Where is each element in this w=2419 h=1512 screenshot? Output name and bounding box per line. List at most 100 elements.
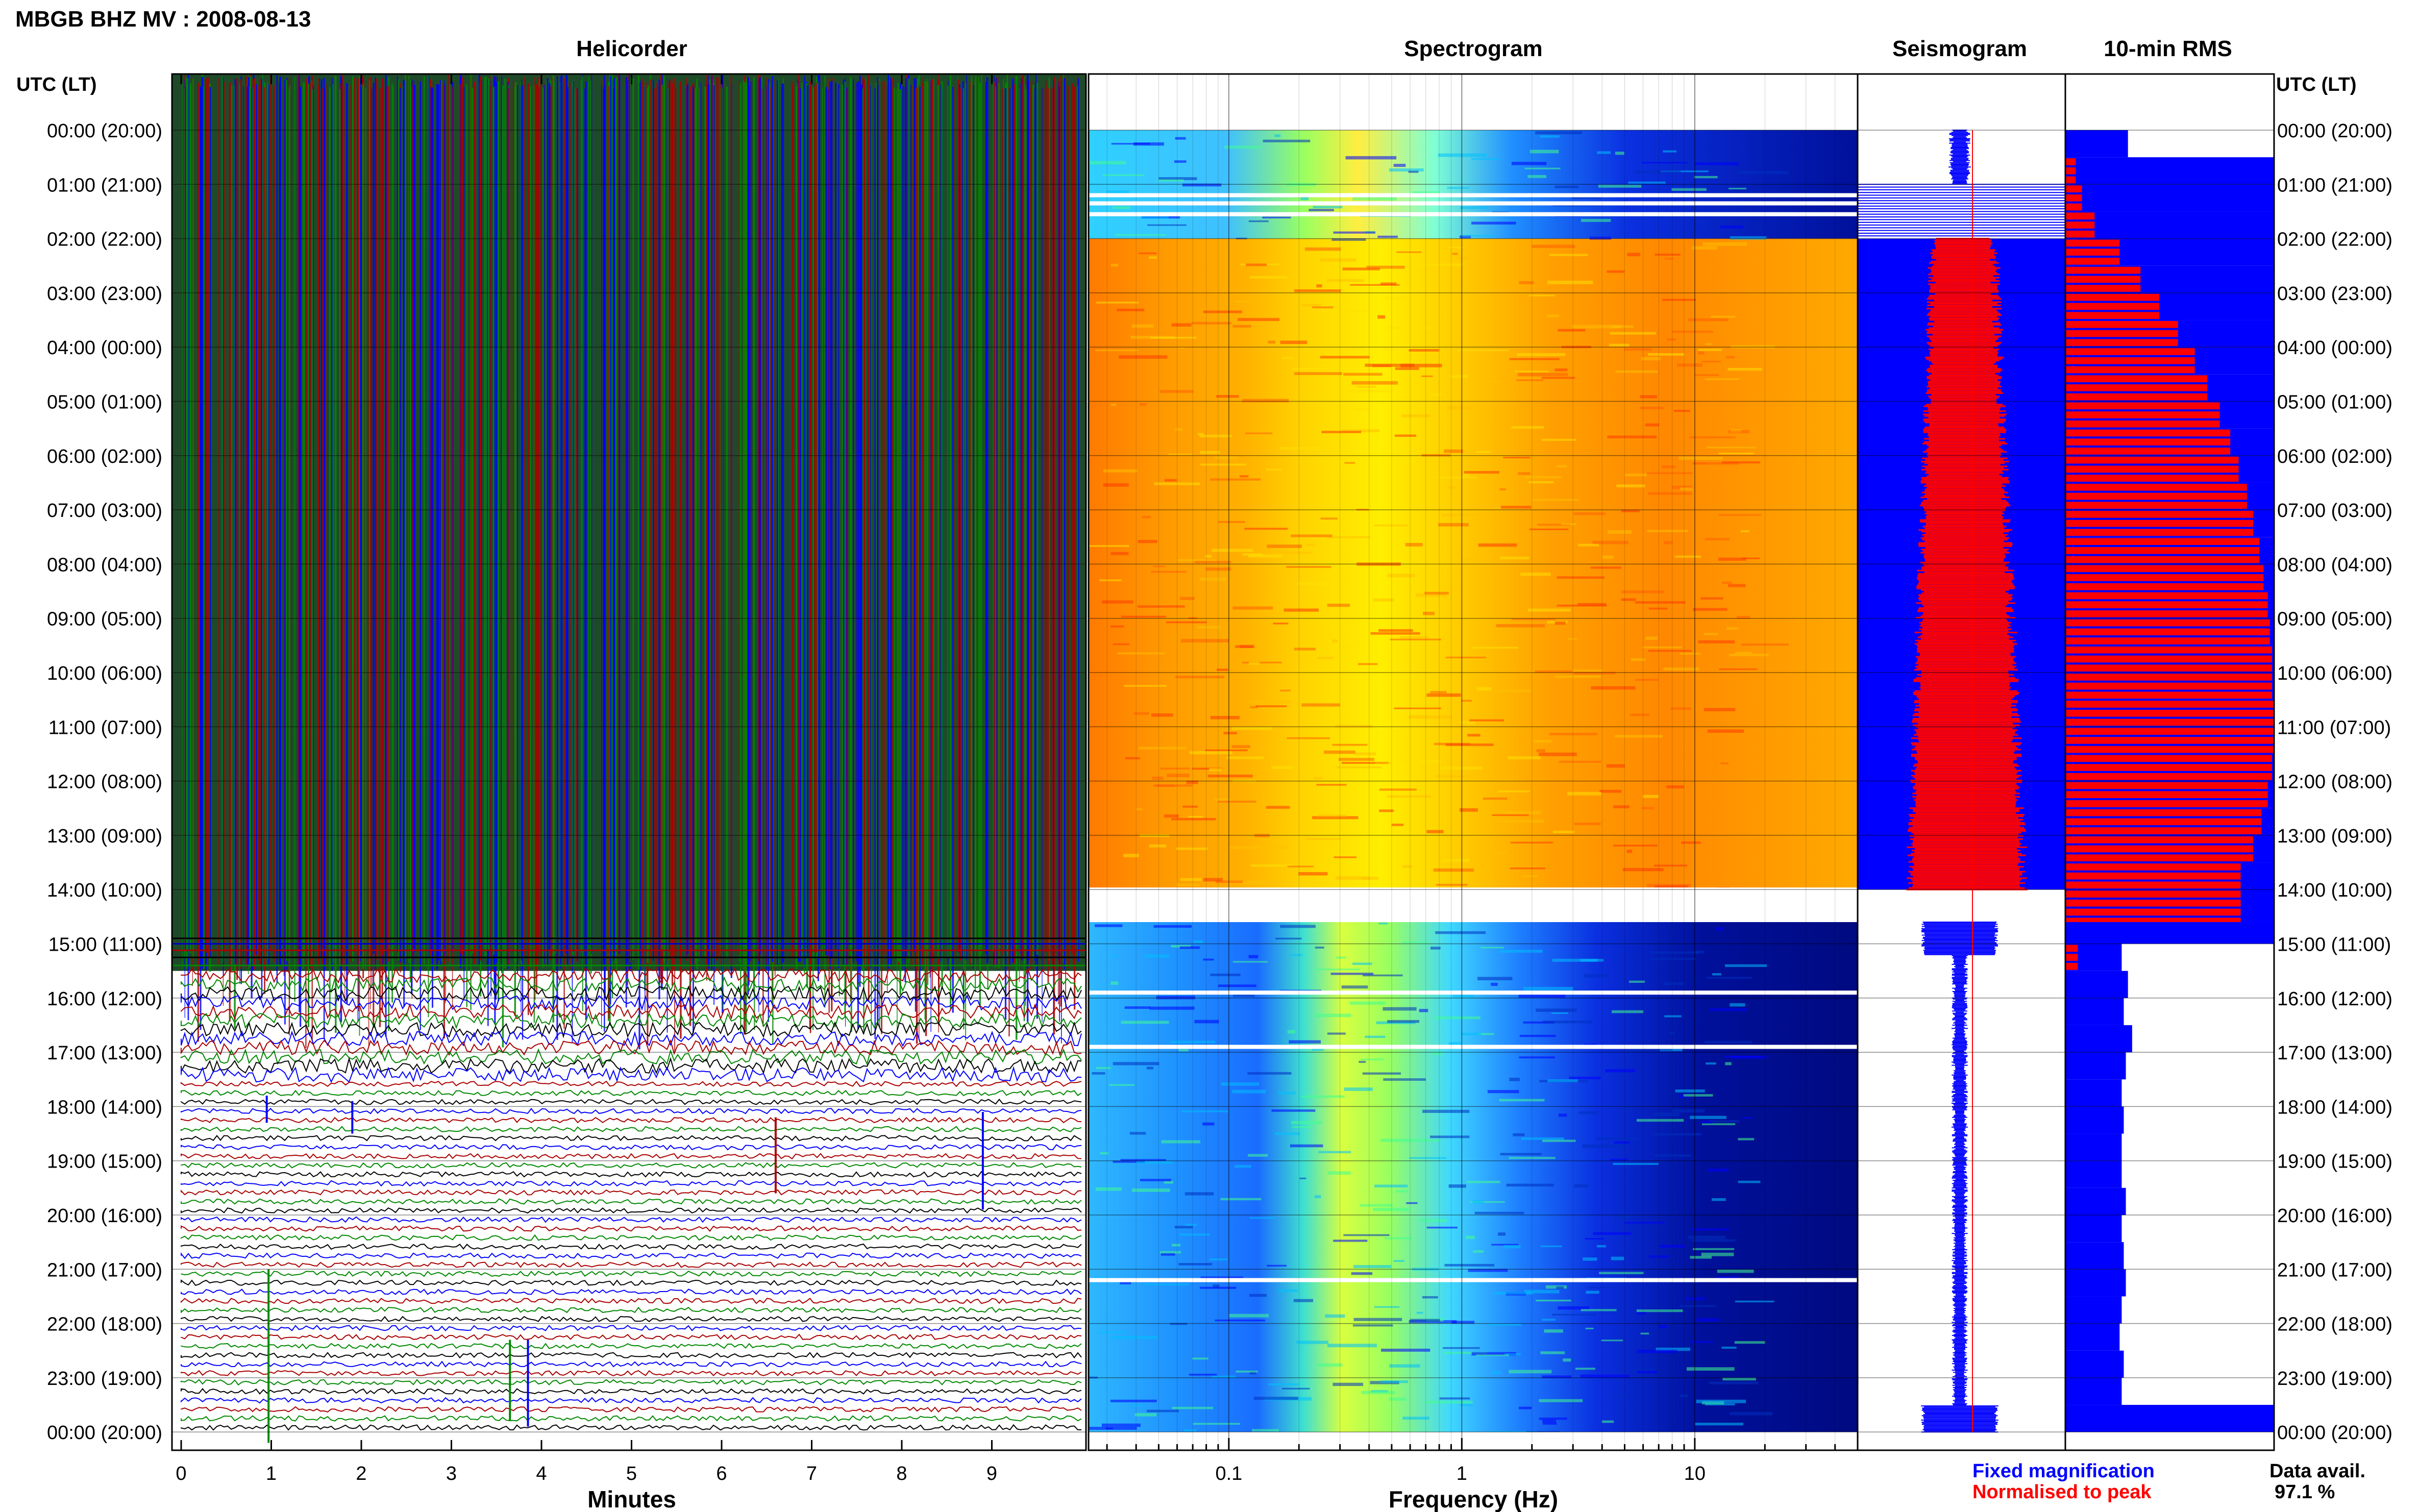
spectrogram-texture bbox=[1491, 982, 1498, 986]
spectrogram-texture bbox=[1232, 1089, 1266, 1094]
legend-fixed-magnification: Fixed magnification bbox=[1972, 1460, 2155, 1482]
spectrogram-gap-line bbox=[1089, 1045, 1858, 1049]
rms-normalised-bar bbox=[2065, 682, 2272, 690]
spectrogram-texture bbox=[1115, 234, 1166, 236]
spectrogram-texture bbox=[1605, 1069, 1636, 1073]
spectrogram-texture bbox=[1373, 598, 1394, 602]
spectrogram-texture bbox=[1641, 162, 1688, 164]
spectrogram-texture bbox=[1267, 1265, 1287, 1267]
spectrogram-texture bbox=[1332, 639, 1338, 643]
spectrogram-texture bbox=[1561, 523, 1576, 526]
rms-normalised-bar bbox=[2065, 212, 2095, 220]
spectrogram-texture bbox=[1286, 566, 1331, 568]
spectrogram-texture bbox=[1711, 1198, 1726, 1201]
spectrogram-texture bbox=[1280, 552, 1313, 554]
spectrogram-texture bbox=[1498, 1232, 1505, 1236]
spectrogram-texture bbox=[1724, 964, 1767, 968]
rms-normalised-bar bbox=[2065, 384, 2208, 391]
spectrogram-texture bbox=[1235, 1165, 1251, 1168]
rms-normalised-bar bbox=[2065, 357, 2195, 364]
time-tick-right: 18:00 (14:00) bbox=[2277, 1097, 2392, 1118]
spectrogram-texture bbox=[1205, 749, 1248, 752]
figure-title: MBGB BHZ MV : 2008-08-13 bbox=[15, 7, 311, 32]
rms-fixed-bar bbox=[2065, 1377, 2122, 1405]
spectrogram-texture bbox=[1439, 1397, 1470, 1400]
rms-normalised-bar bbox=[2065, 176, 2076, 184]
spectrogram-texture bbox=[1540, 1245, 1562, 1247]
spectrogram-texture bbox=[1547, 281, 1593, 284]
rms-normalised-bar bbox=[2065, 809, 2262, 816]
spectrogram-texture bbox=[1277, 1092, 1296, 1095]
spectrogram-texture bbox=[1175, 428, 1183, 431]
time-tick-left: 09:00 (05:00) bbox=[47, 609, 162, 630]
spectrogram-texture bbox=[1242, 399, 1289, 403]
spectrogram-texture bbox=[1717, 1276, 1740, 1278]
time-tick-right: 23:00 (19:00) bbox=[2277, 1368, 2392, 1390]
spectrogram-texture bbox=[1448, 486, 1455, 489]
spectrogram-texture bbox=[1144, 1283, 1190, 1286]
spectrogram-texture bbox=[1628, 181, 1666, 184]
spectrogram-texture bbox=[1731, 345, 1775, 349]
spectrogram-texture bbox=[1539, 1417, 1567, 1420]
time-tick-right: 01:00 (21:00) bbox=[2277, 175, 2392, 196]
spectrogram-texture bbox=[1207, 774, 1253, 778]
time-tick-right: 00:00 (20:00) bbox=[2277, 1422, 2392, 1444]
spectrogram-texture bbox=[1590, 566, 1621, 569]
spectrogram-texture bbox=[1326, 279, 1364, 282]
spectrogram-texture bbox=[1520, 573, 1551, 576]
spectrogram-texture bbox=[1503, 1245, 1521, 1249]
spectrogram-texture bbox=[1387, 1020, 1420, 1023]
spectrogram-texture bbox=[1444, 1263, 1495, 1267]
spectrogram-texture bbox=[1591, 686, 1636, 690]
spectrogram-texture bbox=[1680, 653, 1701, 655]
time-tick-right: 21:00 (17:00) bbox=[2277, 1259, 2392, 1281]
spectrogram-texture bbox=[1609, 343, 1630, 346]
spectrogram-texture bbox=[1659, 1325, 1667, 1328]
spectrogram-texture bbox=[1305, 837, 1341, 840]
spectrogram-texture bbox=[1400, 636, 1429, 639]
spectrogram-texture bbox=[1602, 555, 1614, 559]
rms-normalised-bar bbox=[2065, 899, 2241, 907]
time-tick-left: 03:00 (23:00) bbox=[47, 283, 162, 305]
spectrogram-texture bbox=[1110, 1335, 1157, 1339]
spectrogram-texture bbox=[1287, 865, 1314, 867]
spectrogram-texture bbox=[1096, 302, 1139, 304]
spectrogram-texture bbox=[1194, 1020, 1219, 1024]
spectrogram-texture bbox=[1692, 1239, 1736, 1242]
time-tick-right: 04:00 (00:00) bbox=[2277, 337, 2392, 359]
rms-fixed-bar bbox=[2065, 157, 2274, 185]
spectrogram-texture bbox=[1575, 1368, 1595, 1370]
spectrogram-texture bbox=[1445, 743, 1494, 747]
rms-normalised-bar bbox=[2065, 962, 2078, 970]
rms-normalised-bar bbox=[2065, 746, 2274, 753]
spectrogram-texture bbox=[1262, 216, 1291, 219]
spectrogram-texture bbox=[1402, 865, 1413, 869]
rms-normalised-bar bbox=[2065, 511, 2254, 518]
time-tick-right: 02:00 (22:00) bbox=[2277, 229, 2392, 251]
spectrogram-gap-line bbox=[1089, 990, 1858, 995]
spectrogram-texture bbox=[1512, 162, 1547, 165]
rms-normalised-bar bbox=[2065, 475, 2239, 482]
spectrogram-texture bbox=[1626, 849, 1633, 853]
spectrogram-texture bbox=[1647, 530, 1688, 532]
spectrogram-texture bbox=[1152, 565, 1166, 567]
spectrogram-texture bbox=[1616, 484, 1645, 488]
spectrogram-texture bbox=[1113, 643, 1129, 646]
spectrogram-texture bbox=[1528, 481, 1554, 484]
spectrogram-texture bbox=[1542, 1139, 1576, 1142]
spectrogram-texture bbox=[1695, 1422, 1743, 1426]
rms-normalised-bar bbox=[2065, 348, 2195, 355]
spectrogram-texture bbox=[1539, 752, 1577, 756]
spectrogram-texture bbox=[1695, 951, 1705, 954]
spectrogram-texture bbox=[1282, 357, 1294, 359]
spectrogram-texture bbox=[1353, 1324, 1393, 1327]
spectrogram-texture bbox=[1558, 329, 1586, 332]
helicorder-figure: MBGB BHZ MV : 2008-08-13 Helicorder Spec… bbox=[0, 0, 2419, 1512]
spectrogram-texture bbox=[1218, 801, 1256, 803]
spectrogram-texture bbox=[1400, 363, 1442, 367]
spectrogram-texture bbox=[1578, 543, 1599, 547]
spectrogram-texture bbox=[1449, 375, 1468, 378]
spectrogram-texture bbox=[1248, 220, 1269, 222]
spectrogram-texture bbox=[1623, 348, 1652, 351]
spectrogram-texture bbox=[1312, 306, 1334, 309]
